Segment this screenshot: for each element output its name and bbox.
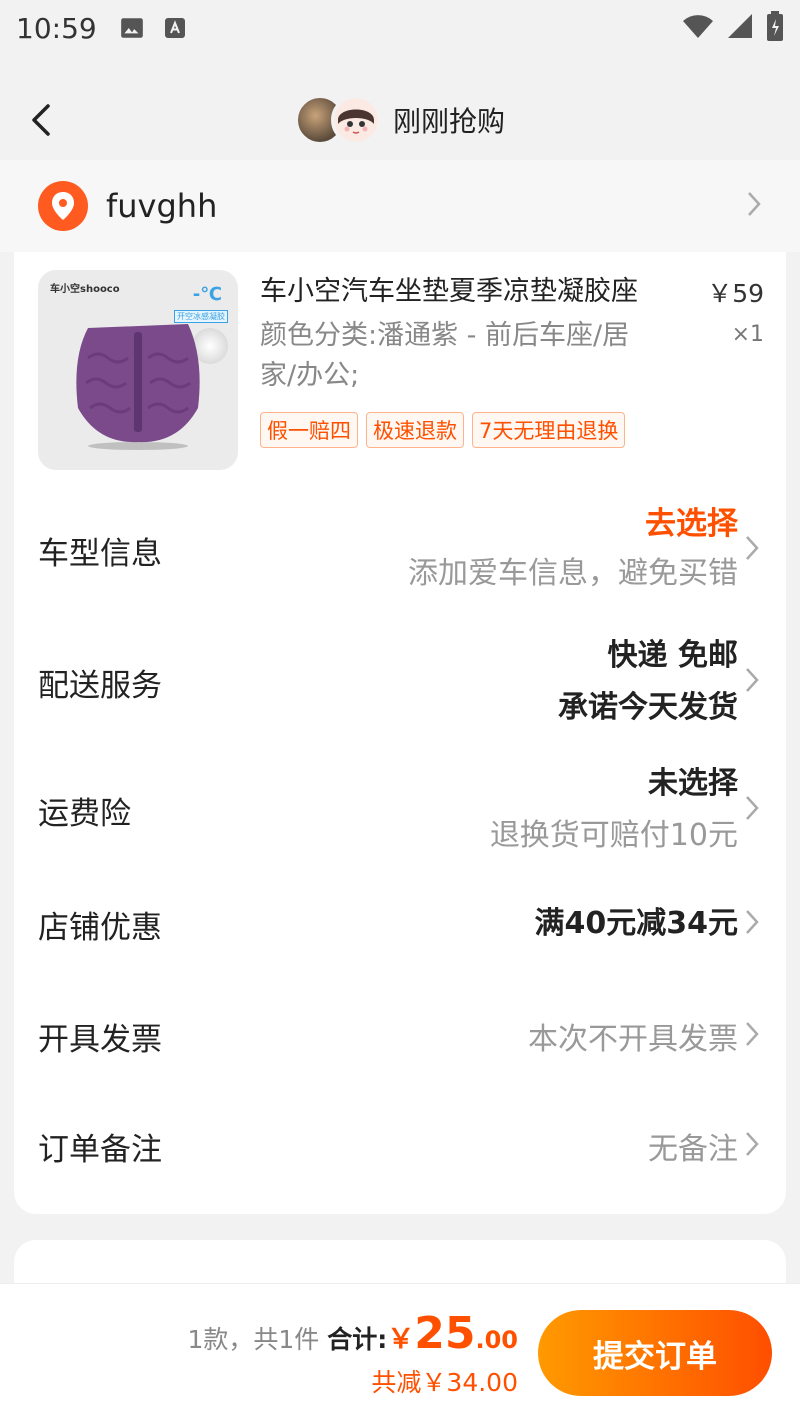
order-summary: 1款，共1件 合计:￥25.00 共减￥34.00: [187, 1308, 518, 1399]
image-notification-icon: [119, 15, 145, 41]
row-store-discount[interactable]: 店铺优惠 满40元减34元: [38, 882, 762, 966]
app-notification-icon: [163, 16, 187, 40]
address-row[interactable]: fuvghh: [0, 160, 800, 252]
tag-7day-return: 7天无理由退换: [472, 412, 626, 448]
delivery-method: 快递 免邮: [607, 638, 738, 673]
row-value-group: 无备注: [648, 1124, 738, 1168]
row-order-note[interactable]: 订单备注 无备注: [38, 1104, 762, 1188]
row-value-group: 满40元减34元: [535, 898, 739, 950]
total-saved: 共减￥34.00: [371, 1368, 518, 1397]
insurance-status: 未选择: [648, 766, 738, 801]
total-decimal: .00: [475, 1326, 518, 1354]
currency-symbol: ￥: [387, 1324, 415, 1355]
checkout-footer: 1款，共1件 合计:￥25.00 共减￥34.00 提交订单 zhizhizhi…: [0, 1284, 800, 1422]
total-line: 1款，共1件 合计:￥25.00: [187, 1308, 518, 1359]
product-image: 车小空shooco -℃ 开空冰感凝胶: [38, 270, 238, 470]
row-delivery[interactable]: 配送服务 快递 免邮 承诺今天发货: [38, 624, 762, 740]
chevron-right-icon: [744, 666, 762, 698]
signal-icon: [726, 13, 754, 43]
chevron-right-icon: [744, 908, 762, 940]
brand-logo: 车小空shooco: [50, 284, 120, 295]
page-title: 刚刚抢购: [392, 105, 505, 138]
row-label: 配送服务: [38, 667, 162, 704]
chevron-right-icon: [746, 190, 762, 222]
row-subtext: 添加爱车信息，避免买错: [408, 556, 738, 591]
invoice-value: 本次不开具发票: [528, 1022, 738, 1057]
chevron-right-icon: [744, 1020, 762, 1052]
battery-icon: [766, 11, 784, 45]
order-card: 车小空shooco -℃ 开空冰感凝胶 车小空汽车坐垫夏季凉垫凝胶座 ￥59 ×…: [14, 252, 786, 1214]
row-value-group: 快递 免邮 承诺今天发货: [558, 630, 738, 734]
receiver-name: fuvghh: [106, 187, 218, 225]
location-pin-icon: [38, 181, 88, 231]
row-value-group: 去选择 添加爱车信息，避免买错: [408, 500, 738, 600]
row-label: 车型信息: [38, 535, 162, 572]
total-label: 合计:: [327, 1325, 388, 1354]
product-spec: 颜色分类:潘通紫 - 前后车座/居家/办公;: [260, 320, 630, 391]
submit-order-button[interactable]: 提交订单: [538, 1310, 772, 1396]
product-title: 车小空汽车坐垫夏季凉垫凝胶座: [260, 276, 638, 307]
product-price: ￥59: [707, 279, 764, 308]
temp-label: -℃: [192, 284, 222, 305]
row-label: 订单备注: [38, 1131, 162, 1168]
chevron-right-icon: [744, 1130, 762, 1162]
nav-bar: 刚刚抢购: [0, 80, 800, 160]
seat-cushion-illustration: [76, 324, 200, 443]
wifi-icon: [682, 13, 714, 43]
row-shipping-insurance[interactable]: 运费险 未选择 退换货可赔付10元: [38, 752, 762, 868]
product-item[interactable]: 车小空shooco -℃ 开空冰感凝胶 车小空汽车坐垫夏季凉垫凝胶座 ￥59 ×…: [38, 270, 766, 470]
row-label: 运费险: [38, 795, 131, 832]
service-tags: 假一赔四 极速退款 7天无理由退换: [260, 412, 626, 448]
row-subtext: 退换货可赔付10元: [489, 818, 738, 853]
chevron-left-icon: [32, 104, 50, 136]
select-car-link[interactable]: 去选择: [408, 500, 738, 548]
chevron-right-icon: [744, 794, 762, 826]
status-time: 10:59: [16, 11, 97, 45]
tag-fast-refund: 极速退款: [366, 412, 464, 448]
watermark: zhizhizhi.com: [692, 1400, 794, 1418]
row-car-model[interactable]: 车型信息 去选择 添加爱车信息，避免买错: [38, 492, 762, 608]
buyer-avatars: [294, 95, 381, 145]
row-invoice[interactable]: 开具发票 本次不开具发票: [38, 994, 762, 1078]
avatar: [330, 95, 381, 145]
row-value-group: 未选择 退换货可赔付10元: [490, 758, 738, 862]
product-shadow: [88, 442, 188, 450]
row-label: 开具发票: [38, 1021, 162, 1058]
item-count: 1款，共1件: [187, 1325, 320, 1354]
back-button[interactable]: [26, 102, 62, 138]
row-value-group: 本次不开具发票: [528, 1014, 738, 1058]
product-quantity: ×1: [731, 322, 764, 347]
row-label: 店铺优惠: [38, 909, 162, 946]
chevron-right-icon: [744, 534, 762, 566]
tag-fake-compensation: 假一赔四: [260, 412, 358, 448]
note-value: 无备注: [648, 1132, 738, 1167]
delivery-promise: 承诺今天发货: [558, 690, 738, 725]
total-integer: 25: [414, 1308, 476, 1359]
status-bar: 10:59: [0, 0, 800, 56]
discount-value: 满40元减34元: [534, 906, 739, 941]
